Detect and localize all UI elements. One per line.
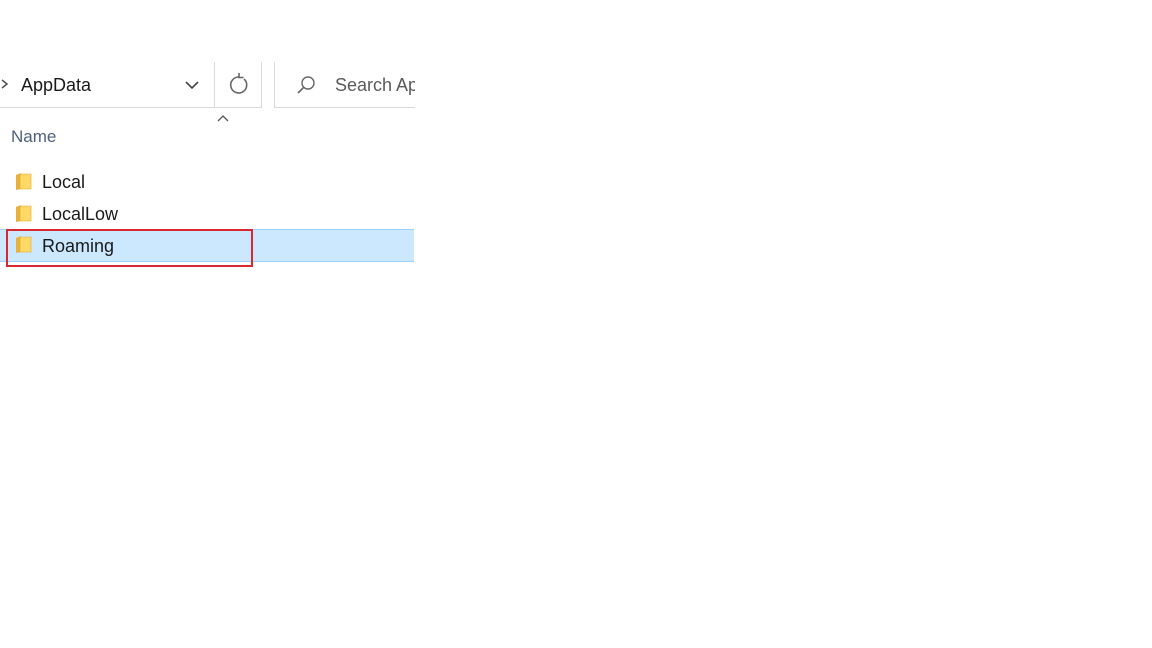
list-item-locallow[interactable]: LocalLow bbox=[0, 198, 414, 230]
folder-icon bbox=[16, 173, 32, 190]
search-box[interactable]: Search AppData bbox=[274, 62, 415, 108]
file-explorer-window: AppData Search AppData Name Local bbox=[0, 0, 415, 300]
column-header-name[interactable]: Name bbox=[11, 126, 56, 148]
divider bbox=[261, 62, 262, 107]
file-name: Local bbox=[42, 172, 86, 192]
breadcrumb-current-folder[interactable]: AppData bbox=[21, 74, 91, 96]
refresh-button[interactable] bbox=[215, 62, 261, 107]
sort-ascending-icon bbox=[217, 115, 229, 122]
file-name: LocalLow bbox=[42, 204, 119, 224]
chevron-down-icon[interactable] bbox=[180, 75, 204, 95]
search-input[interactable]: Search AppData bbox=[335, 74, 415, 96]
folder-icon bbox=[16, 205, 32, 222]
folder-icon bbox=[16, 236, 32, 253]
refresh-icon bbox=[229, 73, 248, 94]
search-icon bbox=[297, 76, 315, 94]
file-name: Roaming bbox=[42, 236, 115, 256]
chevron-right-icon[interactable] bbox=[0, 76, 10, 92]
list-item-local[interactable]: Local bbox=[0, 166, 414, 198]
list-item-roaming[interactable]: Roaming bbox=[0, 229, 414, 262]
